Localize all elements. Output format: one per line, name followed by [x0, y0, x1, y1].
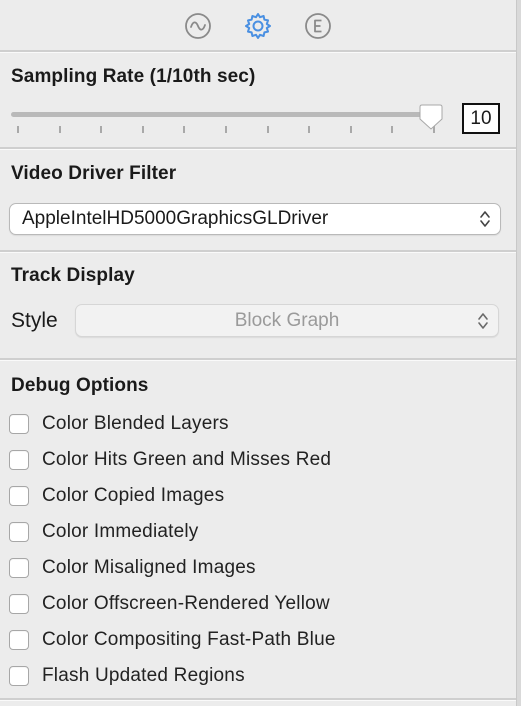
- debug-option-label: Color Blended Layers: [42, 413, 229, 434]
- slider-tick: [183, 126, 185, 133]
- debug-option-row[interactable]: Color Copied Images: [9, 485, 224, 507]
- slider-tick: [142, 126, 144, 133]
- debug-option-label: Color Compositing Fast-Path Blue: [42, 629, 336, 650]
- slider-tick: [267, 126, 269, 133]
- debug-option-label: Flash Updated Regions: [42, 665, 245, 686]
- slider-tick: [308, 126, 310, 133]
- section-divider: [0, 358, 516, 361]
- debug-option-label: Color Immediately: [42, 521, 199, 542]
- slider-tick: [17, 126, 19, 133]
- checkbox[interactable]: [9, 594, 29, 614]
- debug-option-row[interactable]: Color Blended Layers: [9, 413, 229, 435]
- slider-tick: [100, 126, 102, 133]
- debug-option-row[interactable]: Color Misaligned Images: [9, 557, 256, 579]
- checkbox[interactable]: [9, 450, 29, 470]
- section-divider: [0, 147, 516, 150]
- video-driver-selected: AppleIntelHD5000GraphicsGLDriver: [22, 208, 329, 229]
- e-circle-icon: [305, 13, 331, 39]
- tab-extensions[interactable]: [303, 11, 333, 41]
- checkbox[interactable]: [9, 414, 29, 434]
- section-divider: [0, 250, 516, 253]
- video-driver-popup[interactable]: AppleIntelHD5000GraphicsGLDriver: [9, 203, 501, 235]
- slider-tick: [350, 126, 352, 133]
- debug-option-label: Color Offscreen-Rendered Yellow: [42, 593, 330, 614]
- sampling-rate-slider-track[interactable]: [11, 112, 441, 117]
- tab-settings[interactable]: [243, 11, 273, 41]
- section-divider: [0, 698, 516, 701]
- debug-option-row[interactable]: Color Compositing Fast-Path Blue: [9, 629, 336, 651]
- inspector-tab-bar: [0, 0, 516, 52]
- checkbox[interactable]: [9, 486, 29, 506]
- debug-option-label: Color Copied Images: [42, 485, 225, 506]
- debug-option-row[interactable]: Flash Updated Regions: [9, 665, 245, 687]
- debug-options-heading: Debug Options: [11, 375, 149, 396]
- debug-option-label: Color Hits Green and Misses Red: [42, 449, 332, 470]
- slider-tick: [391, 126, 393, 133]
- waveform-icon: [185, 13, 211, 39]
- track-display-heading: Track Display: [11, 265, 135, 286]
- debug-option-row[interactable]: Color Hits Green and Misses Red: [9, 449, 331, 471]
- section-divider: [0, 50, 516, 53]
- gear-icon: [245, 13, 271, 39]
- checkbox[interactable]: [9, 666, 29, 686]
- video-driver-heading: Video Driver Filter: [11, 163, 177, 184]
- track-style-selected: Block Graph: [234, 309, 340, 331]
- track-style-popup[interactable]: Block Graph: [75, 304, 499, 337]
- up-down-chevron-icon: [480, 211, 490, 227]
- debug-option-row[interactable]: Color Offscreen-Rendered Yellow: [9, 593, 330, 615]
- slider-tick: [225, 126, 227, 133]
- checkbox[interactable]: [9, 630, 29, 650]
- debug-option-label: Color Misaligned Images: [42, 557, 256, 578]
- slider-tick: [59, 126, 61, 133]
- sampling-rate-slider-thumb[interactable]: [419, 103, 443, 131]
- debug-option-row[interactable]: Color Immediately: [9, 521, 199, 543]
- style-label: Style: [11, 309, 58, 332]
- tab-waveform[interactable]: [183, 11, 213, 41]
- checkbox[interactable]: [9, 558, 29, 578]
- sampling-rate-value-field[interactable]: 10: [462, 103, 500, 134]
- checkbox[interactable]: [9, 522, 29, 542]
- up-down-chevron-icon: [478, 312, 488, 329]
- sampling-rate-heading: Sampling Rate (1/10th sec): [11, 66, 256, 87]
- panel-edge: [516, 0, 521, 706]
